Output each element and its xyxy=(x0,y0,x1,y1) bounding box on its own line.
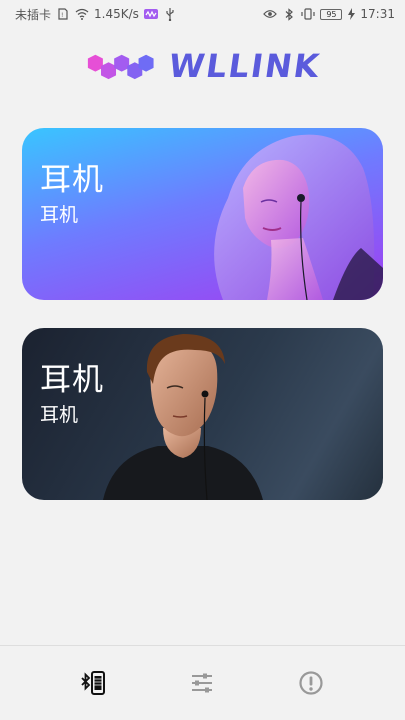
card-subtitle: 耳机 xyxy=(40,204,79,226)
sliders-icon xyxy=(192,673,213,693)
svg-text:!: ! xyxy=(61,12,63,19)
wifi-icon xyxy=(75,7,89,21)
app-screen: 未插卡 ! 1.45K/s 95 17:31 WLLINK 耳机 耳机 耳机 耳… xyxy=(0,0,405,720)
status-bar-left: 未插卡 ! 1.45K/s xyxy=(15,6,177,23)
bottom-navigation xyxy=(0,645,405,720)
equalizer-tab[interactable] xyxy=(182,663,222,703)
network-speed-text: 1.45K/s xyxy=(94,7,139,21)
card-subtitle: 耳机 xyxy=(40,404,79,426)
app-notify-icon xyxy=(143,7,158,21)
usb-icon xyxy=(163,7,177,21)
app-logo: WLLINK xyxy=(86,46,324,86)
bluetooth-icon xyxy=(282,7,296,21)
earphone-card-1[interactable]: 耳机 耳机 xyxy=(22,128,383,300)
battery-icon: 95 xyxy=(320,8,343,20)
charging-icon xyxy=(347,7,355,21)
status-bar: 未插卡 ! 1.45K/s 95 17:31 xyxy=(0,0,405,28)
card-title: 耳机 xyxy=(40,362,104,398)
woman-with-earphones-image xyxy=(214,134,383,300)
logo-text: WLLINK xyxy=(166,47,324,85)
status-bar-right: 95 17:31 xyxy=(263,7,395,21)
man-with-earphones-image xyxy=(103,334,263,500)
about-tab[interactable] xyxy=(291,663,331,703)
eye-icon xyxy=(263,7,278,21)
card-title: 耳机 xyxy=(40,162,104,198)
bluetooth-device-tab[interactable] xyxy=(74,663,114,703)
logo-mark-icon xyxy=(87,54,154,80)
carrier-text: 未插卡 xyxy=(15,7,52,22)
earphone-card-2[interactable]: 耳机 耳机 xyxy=(22,328,383,500)
sim-icon: ! xyxy=(56,7,70,21)
battery-level-text: 95 xyxy=(326,9,337,19)
bluetooth-phone-icon xyxy=(81,671,106,695)
info-circle-icon xyxy=(299,671,323,695)
time-text: 17:31 xyxy=(360,7,395,21)
vibrate-icon xyxy=(301,7,316,21)
